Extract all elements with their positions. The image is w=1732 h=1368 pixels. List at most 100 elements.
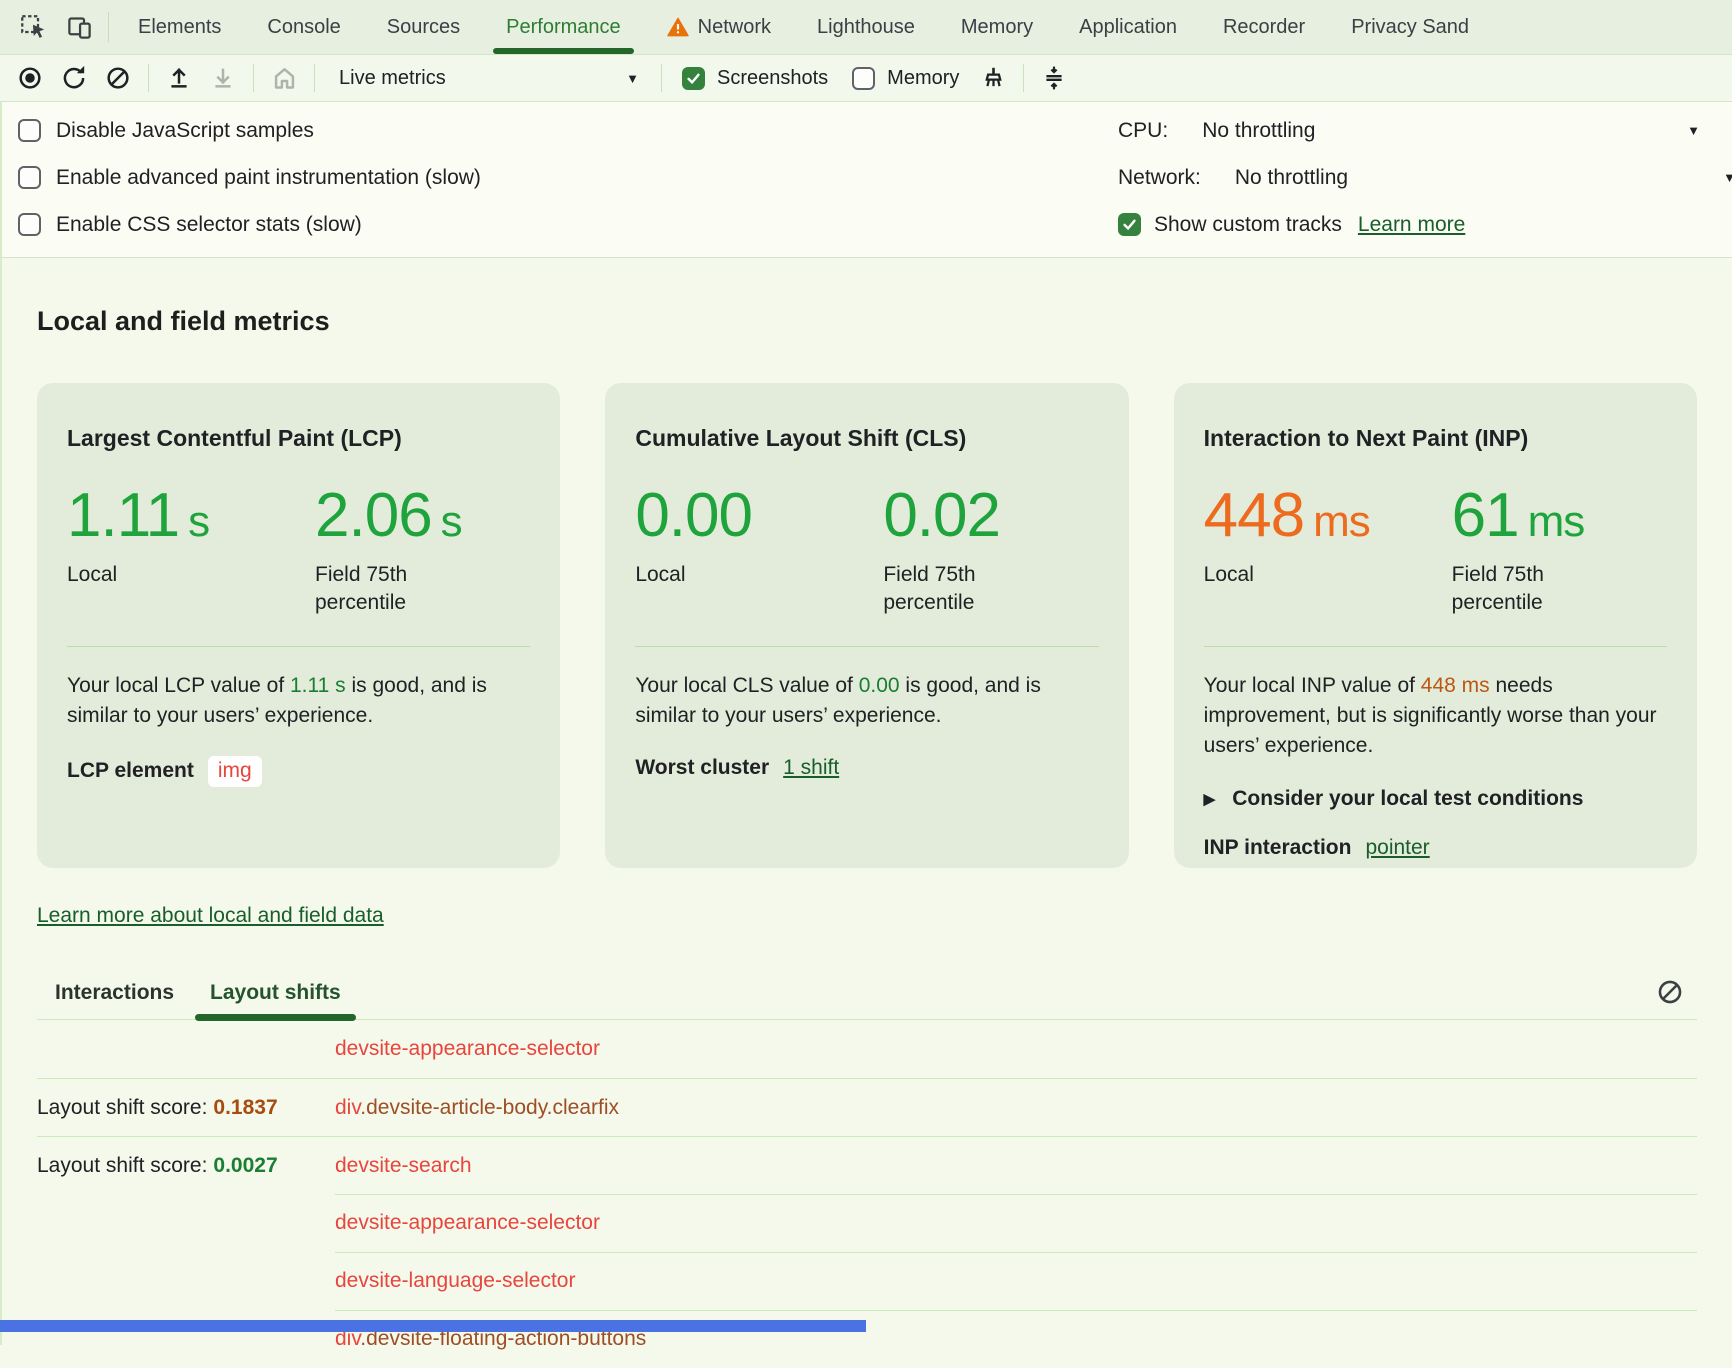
tab-elements[interactable]: Elements [115, 0, 244, 54]
inspect-element-button[interactable] [10, 0, 56, 54]
learn-more-link[interactable]: Learn more [1358, 213, 1465, 237]
tab-label: Layout shifts [210, 981, 341, 1004]
element-link[interactable]: devsite-search [335, 1154, 472, 1177]
device-toolbar-button[interactable] [56, 0, 102, 54]
metric-card-inp: Interaction to Next Paint (INP) 448ms Lo… [1174, 383, 1697, 868]
score-value: 0.0027 [213, 1154, 277, 1178]
table-row: div.devsite-floating-action-buttons [37, 1310, 1697, 1368]
cpu-throttling-row[interactable]: CPU: No throttling ▼ [1118, 107, 1732, 154]
network-throttling-row[interactable]: Network: No throttling ▼ [1118, 154, 1732, 201]
collect-garbage-button[interactable] [971, 58, 1015, 98]
tab-recorder[interactable]: Recorder [1200, 0, 1328, 54]
tab-performance[interactable]: Performance [483, 0, 644, 54]
clear-log-button[interactable] [1653, 975, 1687, 1009]
tab-label: Recorder [1223, 16, 1305, 39]
tab-memory[interactable]: Memory [938, 0, 1056, 54]
field-label: Field 75th percentile [883, 561, 1023, 618]
local-value: 0.00 [635, 480, 883, 551]
advanced-paint-label: Enable advanced paint instrumentation (s… [56, 166, 481, 190]
advanced-paint-row[interactable]: Enable advanced paint instrumentation (s… [2, 154, 1118, 201]
tab-lighthouse[interactable]: Lighthouse [794, 0, 938, 54]
tab-application[interactable]: Application [1056, 0, 1200, 54]
learn-local-field-data-link[interactable]: Learn more about local and field data [37, 904, 384, 928]
element-link[interactable]: devsite-appearance-selector [335, 1211, 600, 1234]
inp-interaction-row: INP interaction pointer [1204, 836, 1667, 860]
devtools-tabbar: Elements Console Sources Performance Net… [0, 0, 1732, 55]
home-button[interactable] [262, 58, 306, 98]
capture-options-left: Disable JavaScript samples Enable advanc… [2, 107, 1118, 248]
disable-js-samples-checkbox[interactable] [18, 119, 41, 142]
local-value: 448ms [1204, 480, 1452, 551]
download-profile-button[interactable] [201, 58, 245, 98]
performance-toolbar: Live metrics ▼ Screenshots Memory [0, 55, 1732, 102]
screenshots-checkbox-row[interactable]: Screenshots [670, 67, 840, 90]
record-button[interactable] [8, 58, 52, 98]
field-value: 61ms [1452, 480, 1667, 551]
custom-tracks-checkbox[interactable] [1118, 213, 1141, 236]
record-icon [17, 65, 43, 91]
tab-label: Sources [387, 16, 460, 39]
reload-and-record-button[interactable] [52, 58, 96, 98]
devtools-performance-panel: Elements Console Sources Performance Net… [0, 0, 1732, 1332]
score-value: 0.1837 [213, 1096, 277, 1120]
field-value: 2.06s [315, 480, 530, 551]
device-toolbar-icon [66, 14, 93, 41]
bottom-scroll-indicator [0, 1320, 866, 1332]
cpu-throttling-value[interactable]: No throttling [1202, 119, 1315, 143]
tab-label: Elements [138, 16, 221, 39]
live-metrics-dropdown[interactable]: Live metrics ▼ [323, 58, 653, 98]
disable-js-samples-row[interactable]: Disable JavaScript samples [2, 107, 1118, 154]
lcp-element-link[interactable]: img [208, 756, 262, 787]
tab-privacy-sandbox[interactable]: Privacy Sand [1328, 0, 1469, 54]
tab-interactions[interactable]: Interactions [37, 981, 192, 1019]
metric-description: Your local CLS value of 0.00 is good, an… [635, 671, 1098, 731]
tab-console[interactable]: Console [244, 0, 363, 54]
screenshots-label: Screenshots [717, 67, 828, 90]
lcp-element-row: LCP element img [67, 756, 530, 787]
tab-layout-shifts[interactable]: Layout shifts [192, 981, 359, 1019]
element-link[interactable]: devsite-appearance-selector [335, 1037, 600, 1060]
card-title: Cumulative Layout Shift (CLS) [635, 425, 1098, 452]
table-row: devsite-appearance-selector [37, 1194, 1697, 1252]
local-test-conditions-disclosure[interactable]: ▶ Consider your local test conditions [1204, 787, 1667, 811]
local-label: Local [1204, 561, 1344, 589]
cpu-label: CPU: [1118, 119, 1168, 143]
tab-sources[interactable]: Sources [364, 0, 483, 54]
element-link[interactable]: devsite-language-selector [335, 1269, 575, 1292]
tab-label: Network [698, 16, 771, 39]
live-metrics-label: Live metrics [339, 67, 446, 90]
css-selector-stats-checkbox[interactable] [18, 213, 41, 236]
custom-tracks-row[interactable]: Show custom tracks Learn more [1118, 201, 1732, 248]
score-label: Layout shift score: [37, 1096, 207, 1120]
toolbar-separator [661, 64, 662, 92]
tab-network[interactable]: Network [644, 0, 794, 54]
clear-recording-button[interactable] [96, 58, 140, 98]
memory-checkbox-row[interactable]: Memory [840, 67, 971, 90]
metric-description: Your local LCP value of 1.11 s is good, … [67, 671, 530, 731]
css-selector-stats-row[interactable]: Enable CSS selector stats (slow) [2, 201, 1118, 248]
worst-cluster-link[interactable]: 1 shift [783, 756, 839, 780]
screenshots-checkbox[interactable] [682, 67, 705, 90]
collapse-section-button[interactable] [1032, 58, 1076, 98]
inp-interaction-link[interactable]: pointer [1365, 836, 1429, 860]
download-icon [210, 65, 236, 91]
disclosure-triangle-icon: ▶ [1204, 790, 1216, 808]
upload-profile-button[interactable] [157, 58, 201, 98]
metric-description: Your local INP value of 448 ms needs imp… [1204, 671, 1667, 761]
memory-checkbox[interactable] [852, 67, 875, 90]
tab-label: Memory [961, 16, 1033, 39]
advanced-paint-checkbox[interactable] [18, 166, 41, 189]
custom-tracks-label: Show custom tracks [1154, 213, 1342, 237]
live-metrics-view: Local and field metrics Largest Contentf… [0, 258, 1732, 1345]
metric-values: 1.11s Local 2.06s Field 75th percentile [67, 480, 530, 618]
network-throttling-value[interactable]: No throttling [1235, 166, 1348, 190]
clear-icon [1656, 978, 1684, 1006]
metric-values: 0.00 Local 0.02 Field 75th percentile [635, 480, 1098, 618]
element-link[interactable]: div.devsite-article-body.clearfix [335, 1096, 619, 1119]
worst-cluster-label: Worst cluster [635, 756, 769, 780]
card-divider [635, 646, 1098, 647]
metric-card-lcp: Largest Contentful Paint (LCP) 1.11s Loc… [37, 383, 560, 868]
home-icon [271, 65, 298, 92]
local-value: 1.11s [67, 480, 315, 551]
toolbar-separator [148, 64, 149, 92]
